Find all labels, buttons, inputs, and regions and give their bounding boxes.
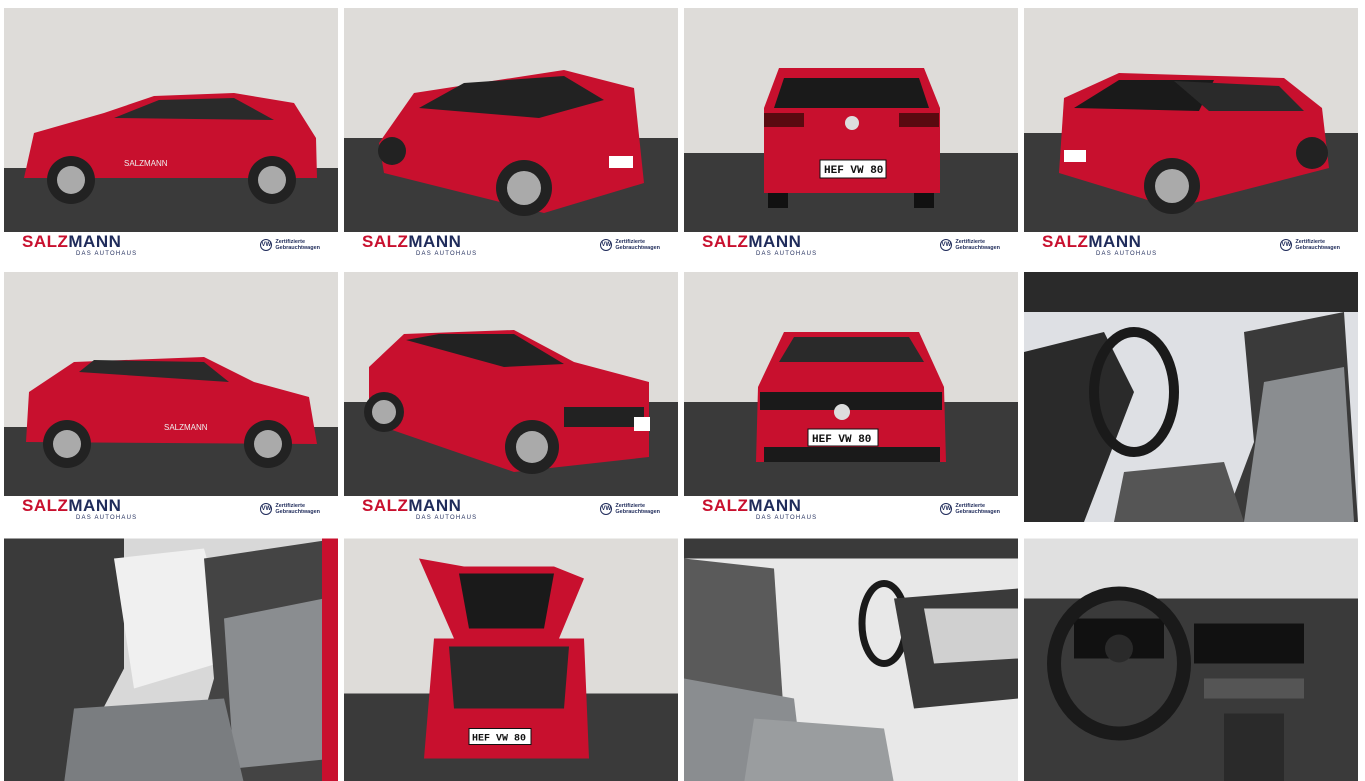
svg-text:HEF VW 80: HEF VW 80 — [824, 165, 883, 177]
photo-front-right-34[interactable]: SALZMANN DAS AUTOHAUS VW Zertifizierte Ge… — [344, 272, 678, 522]
vw-certified-logo: VW Zertifizierte Gebrauchtwagen — [940, 238, 1000, 251]
salzmann-logo: SALZMANN DAS AUTOHAUS — [362, 232, 478, 257]
photo-rear-left-34[interactable]: SALZMANN DAS AUTOHAUS VW Zertifizierte Ge… — [344, 8, 678, 258]
photo-gallery: SALZMANN SALZMANN DAS AUTOHAUS VW Zertif… — [4, 8, 1358, 781]
photo-side-left[interactable]: SALZMANN SALZMANN DAS AUTOHAUS VW Zertif… — [4, 8, 338, 258]
dealer-footer: SALZMANN DAS AUTOHAUS VW Zertifizierte Ge… — [1024, 232, 1358, 258]
dealer-footer: SALZMANN DAS AUTOHAUS VW Zertifizierte Ge… — [344, 496, 678, 522]
vw-icon: VW — [940, 239, 953, 251]
dealer-footer: SALZMANN DAS AUTOHAUS VW Zertifizierte Ge… — [4, 496, 338, 522]
vw-icon: VW — [600, 503, 613, 515]
photo-interior-cockpit[interactable] — [1024, 536, 1358, 781]
photo-interior-front-seats[interactable] — [1024, 272, 1358, 522]
salzmann-logo: SALZMANN DAS AUTOHAUS — [22, 496, 138, 521]
dealer-footer: SALZMANN DAS AUTOHAUS VW Zertifizierte Ge… — [684, 496, 1018, 522]
dealer-footer: SALZMANN DAS AUTOHAUS VW Zertifizierte Ge… — [4, 232, 338, 258]
salzmann-logo: SALZMANN DAS AUTOHAUS — [362, 496, 478, 521]
photo-rear-right-34[interactable]: SALZMANN DAS AUTOHAUS VW Zertifizierte Ge… — [1024, 8, 1358, 258]
photo-rear[interactable]: HEF VW 80 SALZMANN DAS AUTOHAUS VW Zerti… — [684, 8, 1018, 258]
svg-text:SALZMANN: SALZMANN — [124, 159, 168, 168]
photo-interior-dash-passenger[interactable] — [684, 536, 1018, 781]
dealer-footer: SALZMANN DAS AUTOHAUS VW Zertifizierte Ge… — [684, 232, 1018, 258]
vw-icon: VW — [940, 503, 953, 515]
svg-text:HEF VW 80: HEF VW 80 — [472, 734, 526, 745]
salzmann-logo: SALZMANN DAS AUTOHAUS — [702, 496, 818, 521]
salzmann-logo: SALZMANN DAS AUTOHAUS — [702, 232, 818, 257]
vw-certified-logo: VW Zertifizierte Gebrauchtwagen — [260, 502, 320, 515]
vw-icon: VW — [260, 239, 273, 251]
vw-icon: VW — [1280, 239, 1293, 251]
vw-certified-logo: VW Zertifizierte Gebrauchtwagen — [1280, 238, 1340, 251]
salzmann-logo: SALZMANN DAS AUTOHAUS — [1042, 232, 1158, 257]
salzmann-logo: SALZMANN DAS AUTOHAUS — [22, 232, 138, 257]
svg-text:HEF VW 80: HEF VW 80 — [812, 434, 871, 446]
photo-interior-rear-seats[interactable] — [4, 536, 338, 781]
vw-icon: VW — [600, 239, 613, 251]
photo-trunk-open[interactable]: HEF VW 80 — [344, 536, 678, 781]
svg-text:SALZMANN: SALZMANN — [164, 423, 208, 432]
vw-certified-logo: VW Zertifizierte Gebrauchtwagen — [600, 238, 660, 251]
photo-side-right[interactable]: SALZMANN SALZMANN DAS AUTOHAUS VW Zertif… — [4, 272, 338, 522]
vw-certified-logo: VW Zertifizierte Gebrauchtwagen — [940, 502, 1000, 515]
vw-icon: VW — [260, 503, 273, 515]
photo-front[interactable]: HEF VW 80 SALZMANN DAS AUTOHAUS VW Zerti… — [684, 272, 1018, 522]
dealer-footer: SALZMANN DAS AUTOHAUS VW Zertifizierte Ge… — [344, 232, 678, 258]
vw-certified-logo: VW Zertifizierte Gebrauchtwagen — [600, 502, 660, 515]
vw-certified-logo: VW Zertifizierte Gebrauchtwagen — [260, 238, 320, 251]
